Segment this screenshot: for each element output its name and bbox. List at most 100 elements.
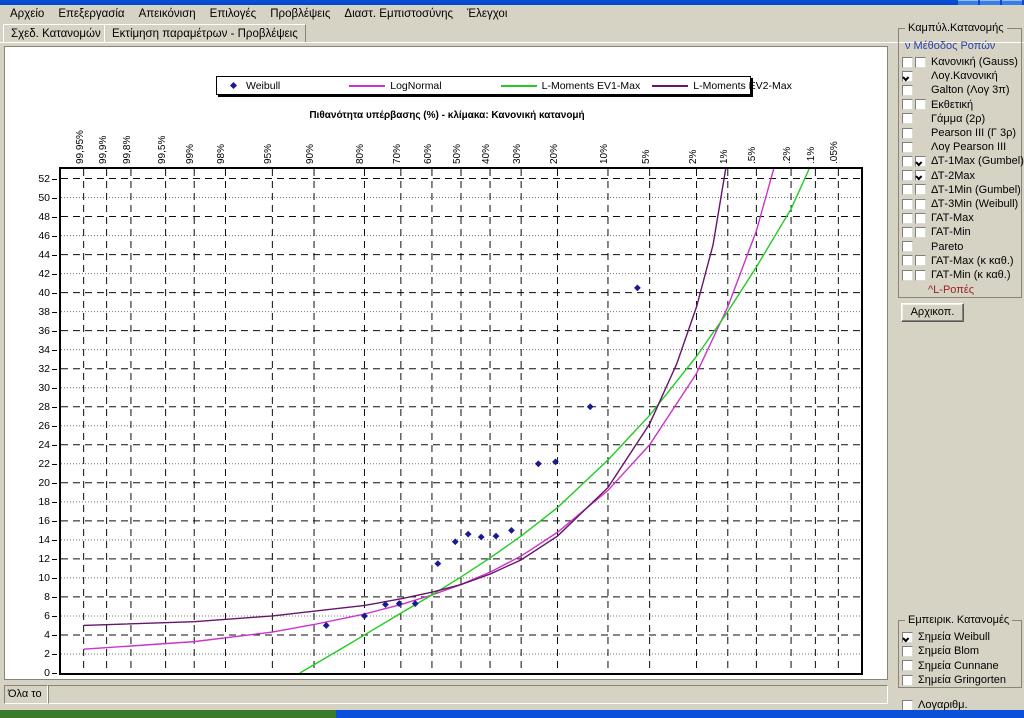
curve-row[interactable]: ΔΤ-3Min (Weibull)	[902, 197, 1018, 211]
moments-checkbox[interactable]	[902, 99, 913, 111]
lmoments-checkbox[interactable]	[915, 226, 926, 238]
y-axis-tick-label: 30	[38, 381, 50, 394]
lmoments-checkbox[interactable]	[915, 155, 926, 167]
empirical-row[interactable]: Σημεία Weibull	[902, 630, 990, 644]
series-line	[83, 169, 775, 650]
y-axis-tick	[52, 406, 57, 408]
moments-checkbox[interactable]	[902, 127, 913, 139]
y-axis-tick-label: 42	[38, 267, 50, 280]
y-axis-tick	[52, 311, 57, 313]
x-axis-tick-label: 99,9%	[97, 135, 109, 164]
curve-label: Pareto	[931, 240, 964, 253]
tab-distribution-plots[interactable]: Σχεδ. Κατανομών	[3, 24, 109, 42]
curve-row[interactable]: ΓΑΤ-Min (κ καθ.)	[902, 268, 1011, 282]
menu-options[interactable]: Επιλογές	[203, 7, 264, 22]
curve-row[interactable]: Εκθετική	[902, 98, 973, 112]
curve-label: ΓΑΤ-Min (κ καθ.)	[931, 269, 1011, 281]
moments-checkbox[interactable]	[902, 198, 913, 210]
menu-file[interactable]: Αρχείο	[3, 7, 51, 22]
moments-checkbox[interactable]	[902, 212, 913, 224]
curve-row[interactable]: ΔΤ-2Max	[902, 169, 975, 183]
plot-box	[59, 167, 863, 675]
lmoments-checkbox[interactable]	[915, 184, 926, 196]
curve-row[interactable]: ΓΑΤ-Min	[902, 225, 971, 239]
y-axis-tick	[52, 387, 57, 389]
menu-predictions[interactable]: Προβλέψεις	[263, 7, 337, 22]
chart-legend: Weibull LogNormal L-Moments EV1-Max L-Mo…	[216, 76, 792, 95]
data-point	[464, 530, 472, 538]
curve-row[interactable]: Γάμμα (2ρ)	[902, 112, 985, 126]
lmoments-checkbox[interactable]	[915, 198, 926, 210]
empirical-row[interactable]: Σημεία Cunnane	[902, 659, 999, 673]
empirical-checkbox[interactable]	[902, 631, 913, 643]
x-axis-tick-label: 99,95%	[74, 130, 86, 164]
lmoments-checkbox[interactable]	[915, 99, 926, 111]
lmoments-checkbox[interactable]	[915, 170, 926, 182]
moments-checkbox[interactable]	[902, 226, 913, 238]
y-axis-tick-label: 14	[38, 533, 50, 546]
lmoments-checkbox[interactable]	[915, 212, 926, 224]
menu-confidence-intervals[interactable]: Διαστ. Εμπιστοσύνης	[337, 7, 460, 22]
legend-label: L-Moments EV1-Max	[541, 79, 641, 92]
moments-checkbox[interactable]	[902, 241, 913, 253]
curve-row[interactable]: Λογ Pearson III	[902, 140, 1006, 154]
reset-button[interactable]: Αρχικοπ.	[901, 303, 964, 322]
curve-row[interactable]: ΓΑΤ-Max (κ καθ.)	[902, 254, 1014, 268]
y-axis-tick-label: 20	[38, 476, 50, 489]
empirical-checkbox[interactable]	[902, 645, 913, 657]
curve-row[interactable]: Λογ.Κανονική	[902, 69, 998, 83]
y-axis-tick-label: 10	[38, 571, 50, 584]
series-line	[83, 169, 727, 627]
menu-edit[interactable]: Επεξεργασία	[51, 7, 131, 22]
curve-label: ΔΤ-1Min (Gumbel)	[931, 183, 1021, 196]
moments-checkbox[interactable]	[902, 269, 913, 281]
y-axis-tick-label: 32	[38, 362, 50, 375]
moments-checkbox[interactable]	[902, 70, 913, 82]
y-axis-tick-label: 36	[38, 324, 50, 337]
y-axis-tick-label: 34	[38, 343, 50, 356]
lmoments-checkbox[interactable]	[915, 255, 926, 267]
y-axis-tick	[52, 596, 57, 598]
moments-checkbox[interactable]	[902, 170, 913, 182]
x-axis-tick-label: 90%	[305, 143, 317, 164]
curve-row[interactable]: ΔΤ-1Max (Gumbel)	[902, 154, 1024, 168]
moments-checkbox[interactable]	[902, 255, 913, 267]
empirical-row[interactable]: Σημεία Blom	[902, 644, 979, 658]
tab-parameter-estimation[interactable]: Εκτίμηση παραμέτρων - Προβλέψεις	[104, 24, 306, 42]
y-axis-tick-label: 40	[38, 286, 50, 299]
x-axis-tick-label: 99,8%	[121, 135, 133, 164]
status-cell-left: Όλα το	[4, 685, 48, 704]
moments-checkbox[interactable]	[902, 56, 913, 68]
lmoments-checkbox[interactable]	[915, 269, 926, 281]
menu-view[interactable]: Απεικόνιση	[132, 7, 203, 22]
curve-row[interactable]: ΓΑΤ-Max	[902, 211, 974, 225]
y-axis-tick	[52, 178, 57, 180]
tabstrip: Σχεδ. Κατανομών Εκτίμηση παραμέτρων - Πρ…	[0, 23, 1024, 43]
lmoments-checkbox[interactable]	[915, 56, 926, 68]
curve-row[interactable]: ΔΤ-1Min (Gumbel)	[902, 183, 1021, 197]
y-axis-tick	[52, 273, 57, 275]
menu-tests[interactable]: Έλεγχοι	[460, 7, 514, 22]
y-axis-tick-label: 4	[44, 628, 50, 641]
y-axis-tick	[52, 653, 57, 655]
x-axis-tick-label: 80%	[355, 143, 367, 164]
taskbar-app-entry[interactable]	[0, 710, 336, 718]
panel-empirical-distributions: Εμπειρικ. Κατανομές Σημεία Weibull Σημεία…	[898, 614, 1022, 688]
curve-row[interactable]: Κανονική (Gauss)	[902, 55, 1018, 69]
curve-row[interactable]: Pearson III (Γ 3ρ)	[902, 126, 1016, 140]
data-point	[586, 403, 594, 411]
moments-checkbox[interactable]	[902, 113, 913, 125]
curve-label: ΓΑΤ-Max (κ καθ.)	[931, 254, 1014, 267]
curve-row[interactable]: Galton (Λογ 3π)	[902, 83, 1010, 97]
moments-checkbox[interactable]	[902, 155, 913, 167]
moments-checkbox[interactable]	[902, 184, 913, 196]
moments-checkbox[interactable]	[902, 141, 913, 153]
y-axis-tick	[52, 482, 57, 484]
empirical-checkbox[interactable]	[902, 660, 913, 672]
moments-checkbox[interactable]	[902, 84, 913, 96]
y-axis-tick	[52, 615, 57, 617]
curve-row[interactable]: Pareto	[902, 240, 963, 254]
y-axis-tick-label: 52	[38, 172, 50, 185]
panel-empirical-caption: Εμπειρικ. Κατανομές	[905, 614, 1013, 626]
line-marker-icon	[652, 84, 689, 87]
